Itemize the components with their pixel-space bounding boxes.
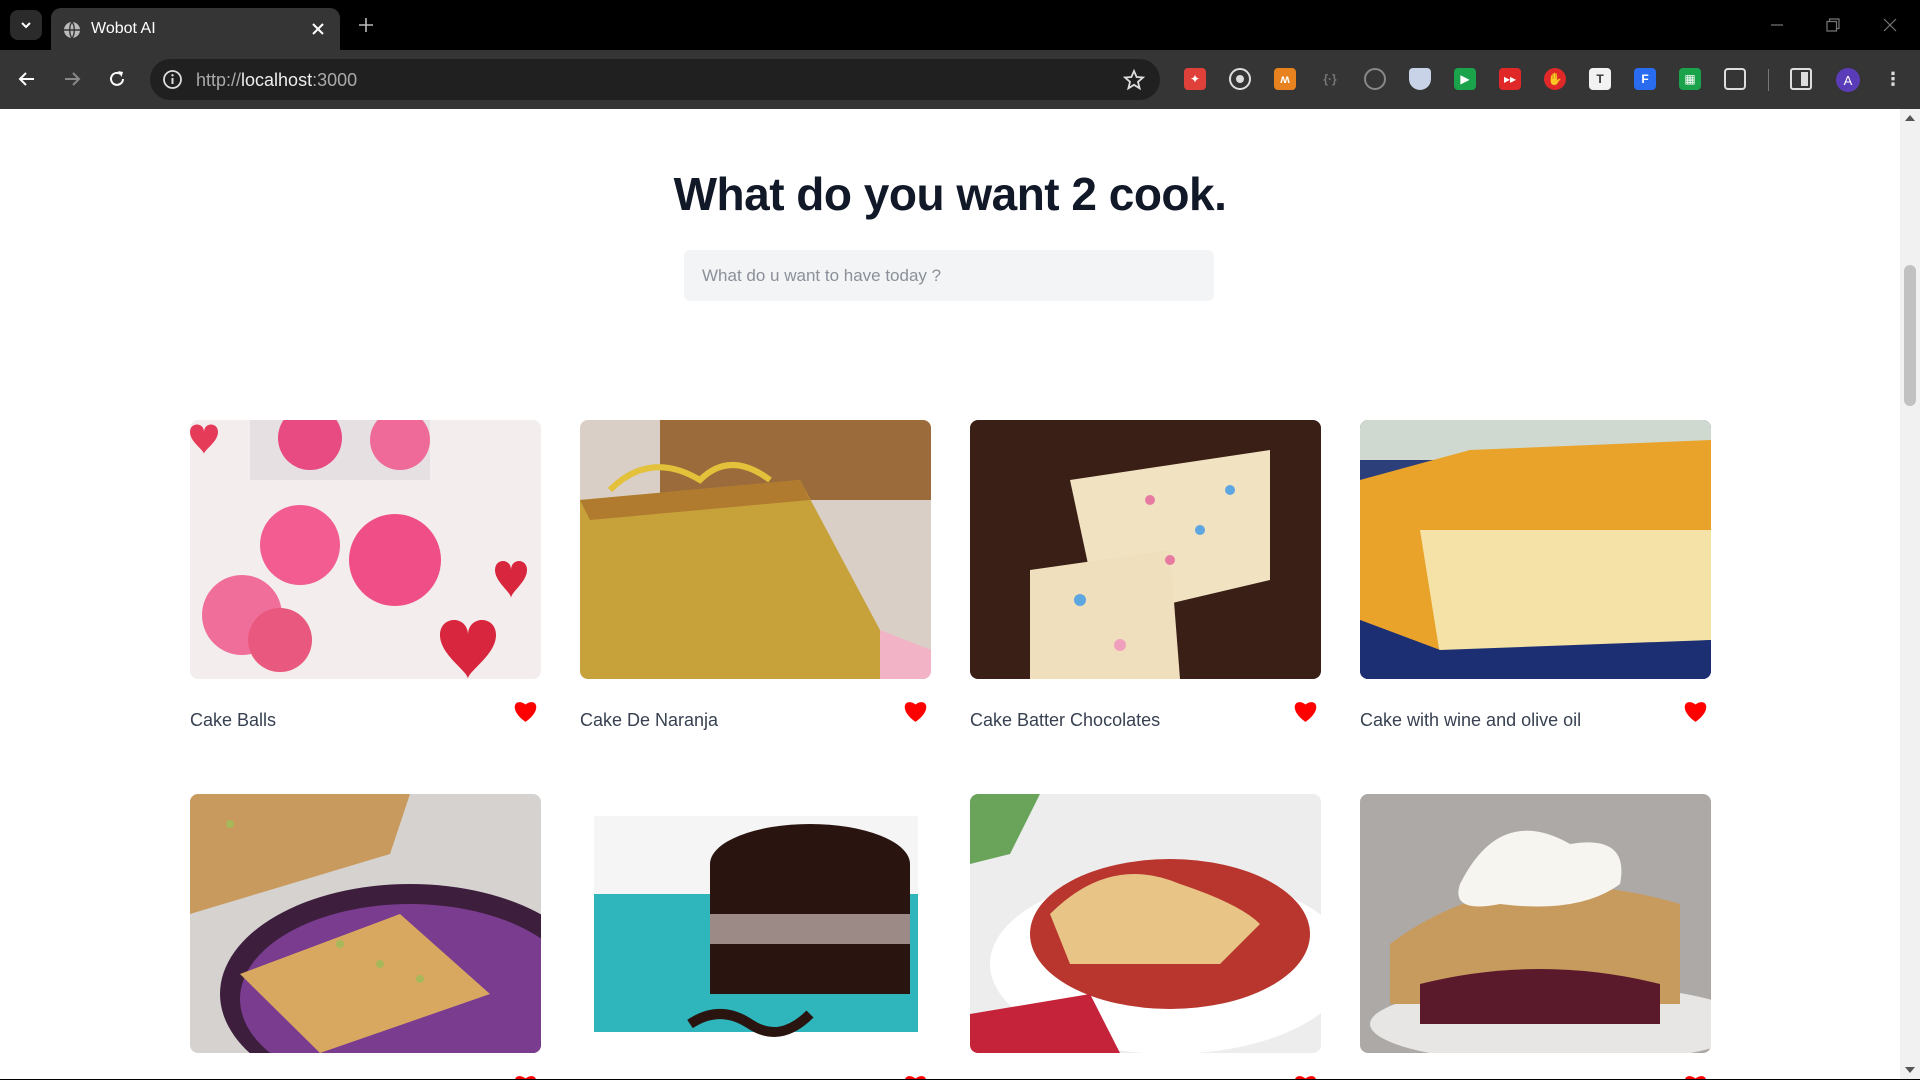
recipe-card[interactable] xyxy=(970,794,1321,1079)
recipe-card[interactable] xyxy=(1360,794,1711,1079)
site-info-icon[interactable] xyxy=(162,69,183,90)
scroll-up-icon[interactable] xyxy=(1905,115,1915,121)
page-scrollbar[interactable] xyxy=(1900,109,1920,1079)
recipe-card[interactable] xyxy=(580,794,931,1079)
scroll-down-icon[interactable] xyxy=(1905,1067,1915,1073)
recipe-name: Cake De Naranja xyxy=(580,710,719,730)
minimize-button[interactable] xyxy=(1765,13,1789,37)
arrow-left-icon xyxy=(18,72,34,86)
bookmark-star-icon[interactable] xyxy=(1122,68,1146,92)
close-tab-icon[interactable] xyxy=(308,19,328,39)
profile-avatar[interactable]: A xyxy=(1836,68,1860,92)
forward-button[interactable] xyxy=(57,64,87,94)
page-title: What do you want 2 cook. xyxy=(673,168,1227,220)
address-bar[interactable]: http://localhost:3000 xyxy=(150,59,1160,100)
more-menu-icon[interactable]: ⋮ xyxy=(1882,68,1904,90)
extension-f-icon[interactable]: F xyxy=(1634,68,1656,90)
close-window-button[interactable] xyxy=(1878,13,1902,37)
tab-title: Wobot AI xyxy=(91,20,156,37)
recipe-card[interactable]: Cake De Naranja xyxy=(580,420,931,750)
extension-text-icon[interactable]: T xyxy=(1589,68,1611,90)
extension-play-icon[interactable]: ▶ xyxy=(1454,68,1476,90)
recipe-name: Cake with wine and olive oil xyxy=(1360,710,1582,730)
recipe-image[interactable] xyxy=(580,794,931,1053)
browser-toolbar: http://localhost:3000 ✦ ʍ {·} ▶ ▸▸ ✋ T F… xyxy=(0,50,1920,109)
shield-icon[interactable] xyxy=(1409,68,1431,90)
reload-icon xyxy=(110,71,124,86)
toolbar-divider xyxy=(1768,69,1769,91)
restore-button[interactable] xyxy=(1821,13,1845,37)
heart-icon[interactable] xyxy=(512,1073,539,1079)
scrollbar-thumb[interactable] xyxy=(1904,265,1916,406)
recipe-image[interactable] xyxy=(190,794,541,1053)
recipe-image[interactable] xyxy=(970,420,1321,679)
plus-icon xyxy=(359,18,373,32)
recipe-image[interactable] xyxy=(580,420,931,679)
page-viewport: What do you want 2 cook. Cake Balls xyxy=(0,109,1900,1079)
extension-target-icon[interactable] xyxy=(1229,68,1251,90)
heart-icon[interactable] xyxy=(902,1073,929,1079)
recipe-card[interactable]: Cake with wine and olive oil xyxy=(1360,420,1711,750)
close-icon xyxy=(1883,18,1897,32)
back-button[interactable] xyxy=(12,64,42,94)
extension-stop-icon[interactable]: ✋ xyxy=(1544,68,1566,90)
metamask-icon[interactable]: ʍ xyxy=(1274,68,1296,90)
recipe-image[interactable] xyxy=(1360,794,1711,1053)
reload-button[interactable] xyxy=(102,64,132,94)
recipe-card[interactable]: Cake Balls xyxy=(190,420,541,750)
heart-icon[interactable] xyxy=(512,699,539,723)
recipe-card[interactable] xyxy=(190,794,541,1079)
globe-icon xyxy=(64,21,80,39)
chevron-down-icon xyxy=(21,22,31,29)
recipe-image[interactable] xyxy=(190,420,541,679)
search-input[interactable] xyxy=(684,250,1214,301)
recipe-image[interactable] xyxy=(970,794,1321,1053)
side-panel-icon[interactable] xyxy=(1790,68,1812,90)
extension-1-icon[interactable]: ✦ xyxy=(1184,68,1206,90)
heart-icon[interactable] xyxy=(1682,699,1709,723)
heart-icon[interactable] xyxy=(1292,1073,1319,1079)
heart-icon[interactable] xyxy=(1292,699,1319,723)
recipe-name: Cake Batter Chocolates xyxy=(970,710,1161,730)
minimize-icon xyxy=(1771,24,1783,26)
url-text: http://localhost:3000 xyxy=(196,70,358,90)
recipe-card[interactable]: Cake Batter Chocolates xyxy=(970,420,1321,750)
restore-icon xyxy=(1826,18,1840,32)
recipe-name: Cake Balls xyxy=(190,710,277,730)
heart-icon[interactable] xyxy=(902,699,929,723)
extension-timer-icon[interactable] xyxy=(1364,68,1386,90)
heart-icon[interactable] xyxy=(1682,1073,1709,1079)
tab-strip: Wobot AI xyxy=(0,0,1920,50)
extension-braces-icon[interactable]: {·} xyxy=(1319,68,1341,90)
recipe-image[interactable] xyxy=(1360,420,1711,679)
extension-sheet-icon[interactable]: ▦ xyxy=(1679,68,1701,90)
new-tab-button[interactable] xyxy=(354,13,378,37)
extension-fastforward-icon[interactable]: ▸▸ xyxy=(1499,68,1521,90)
extensions-puzzle-icon[interactable] xyxy=(1724,68,1746,90)
tab-search-button[interactable] xyxy=(10,10,42,40)
active-tab[interactable]: Wobot AI xyxy=(51,8,340,50)
arrow-right-icon xyxy=(65,72,81,86)
